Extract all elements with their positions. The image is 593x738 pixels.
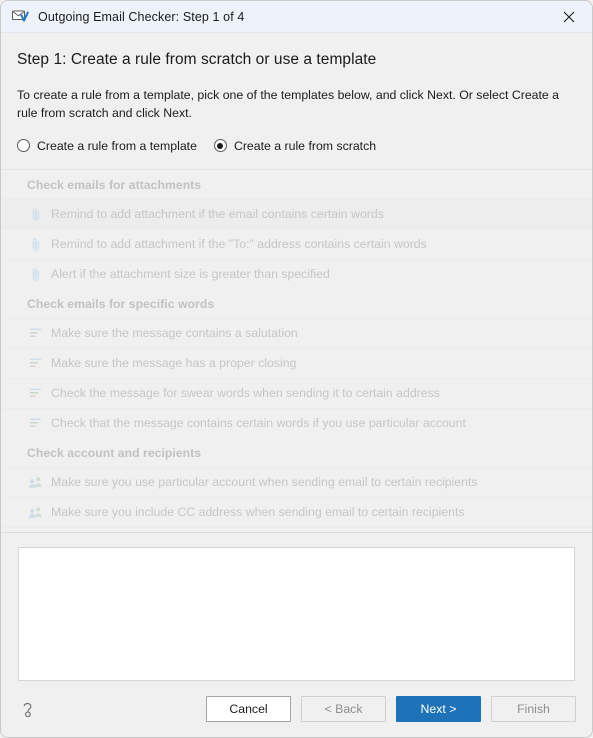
page-description: To create a rule from a template, pick o… (17, 88, 560, 120)
template-list-item[interactable]: Remind to add attachment if the "To:" ad… (1, 228, 592, 259)
back-button[interactable]: < Back (301, 696, 386, 722)
next-button[interactable]: Next > (396, 696, 481, 722)
paperclip-icon (27, 266, 44, 283)
template-list-item-label: Check that the message contains certain … (51, 416, 466, 431)
cancel-button[interactable]: Cancel (206, 696, 291, 722)
template-list[interactable]: Check emails for attachments Remind to a… (1, 168, 592, 533)
template-list-item-label: Remind to add attachment if the "To:" ad… (51, 237, 427, 252)
template-list-item[interactable]: Make sure you use particular account whe… (1, 466, 592, 497)
template-list-item[interactable]: Check the message for swear words when s… (1, 377, 592, 408)
template-list-item[interactable]: Alert if the attachment size is greater … (1, 258, 592, 289)
paperclip-icon (27, 206, 44, 223)
help-question-icon[interactable] (17, 698, 39, 720)
template-list-item-label: Alert if the attachment size is greater … (51, 267, 330, 282)
rule-mode-radio-group: Create a rule from a template Create a r… (1, 123, 592, 153)
template-group-heading: Check emails for attachments (27, 177, 202, 192)
dialog-footer: Cancel < Back Next > Finish (1, 681, 592, 737)
text-lines-icon (27, 415, 44, 432)
template-list-bottom-divider (1, 526, 592, 532)
radio-scratch-label: Create a rule from scratch (233, 138, 377, 153)
paperclip-icon (27, 236, 44, 253)
radio-template[interactable]: Create a rule from a template (17, 139, 197, 153)
wizard-dialog-window: Outgoing Email Checker: Step 1 of 4 Step… (0, 0, 593, 738)
radio-scratch-mark (213, 139, 227, 153)
template-list-item[interactable]: Remind to add attachment if the email co… (1, 198, 592, 229)
text-lines-icon (27, 355, 44, 372)
template-group-heading: Check emails for specific words (27, 296, 215, 311)
window-title: Outgoing Email Checker: Step 1 of 4 (38, 9, 245, 24)
people-icon (27, 504, 44, 521)
template-list-item[interactable]: Check that the message contains certain … (1, 407, 592, 438)
template-list-item[interactable]: Make sure the message has a proper closi… (1, 347, 592, 378)
title-bar: Outgoing Email Checker: Step 1 of 4 (1, 1, 592, 33)
radio-scratch[interactable]: Create a rule from scratch (213, 138, 377, 153)
template-list-item[interactable]: Make sure the message contains a salutat… (1, 317, 592, 348)
people-icon (27, 474, 44, 491)
template-list-item-label: Make sure the message has a proper closi… (51, 356, 297, 371)
template-group-heading: Check account and recipients (27, 445, 202, 460)
dialog-content: Step 1: Create a rule from scratch or us… (1, 33, 592, 737)
text-lines-icon (27, 325, 44, 342)
template-list-item-label: Make sure you use particular account whe… (51, 475, 478, 490)
template-description-pane (18, 546, 575, 681)
text-lines-icon (27, 385, 44, 402)
close-icon[interactable] (546, 1, 592, 33)
template-list-item-label: Check the message for swear words when s… (51, 386, 440, 401)
footer-button-group: Cancel < Back Next > Finish (206, 696, 576, 722)
radio-template-label: Create a rule from a template (37, 138, 197, 153)
finish-button[interactable]: Finish (491, 696, 576, 722)
template-list-item-label: Make sure you include CC address when se… (51, 505, 465, 520)
page-title: Step 1: Create a rule from scratch or us… (17, 51, 377, 68)
email-check-icon (11, 8, 29, 26)
template-list-item-label: Remind to add attachment if the email co… (51, 207, 384, 222)
template-list-item[interactable]: Make sure you include CC address when se… (1, 496, 592, 527)
radio-template-mark (17, 139, 30, 153)
template-list-item-label: Make sure the message contains a salutat… (51, 326, 298, 341)
